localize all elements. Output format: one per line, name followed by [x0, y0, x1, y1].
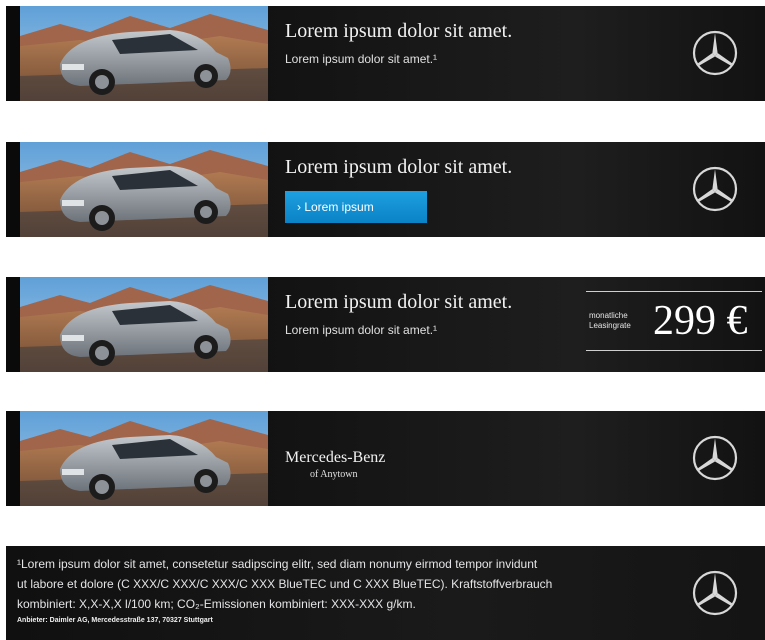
car-photo: [20, 277, 268, 372]
car-photo: [20, 142, 268, 237]
ad-banner-text[interactable]: Lorem ipsum dolor sit amet. Lorem ipsum …: [6, 6, 765, 101]
mercedes-star-icon: [691, 165, 739, 213]
banner-headline: Lorem ipsum dolor sit amet.: [285, 291, 513, 313]
disclaimer-banner: ¹Lorem ipsum dolor sit amet, consetetur …: [6, 546, 765, 640]
price-value: 299 €: [653, 298, 748, 344]
disclaimer-line: kombiniert: X,X-X,X l/100 km; CO₂-Emissi…: [17, 597, 416, 611]
mercedes-star-icon: [691, 569, 739, 617]
dealer-location: of Anytown: [310, 469, 358, 480]
ad-banner-price[interactable]: Lorem ipsum dolor sit amet. Lorem ipsum …: [6, 277, 765, 372]
disclaimer-line: ut labore et dolore (C XXX/C XXX/C XXX/C…: [17, 577, 553, 591]
provider-text: Anbieter: Daimler AG, Mercedesstraße 137…: [17, 617, 213, 624]
banner-headline: Lorem ipsum dolor sit amet.: [285, 156, 513, 178]
price-divider-bottom: [586, 350, 762, 351]
disclaimer-line: ¹Lorem ipsum dolor sit amet, consetetur …: [17, 557, 538, 571]
mercedes-star-icon: [691, 29, 739, 77]
disclaimer-text: ¹Lorem ipsum dolor sit amet, consetetur …: [17, 554, 647, 614]
dealer-name: Mercedes-Benz: [285, 449, 386, 466]
car-photo: [20, 411, 268, 506]
car-photo: [20, 6, 268, 101]
mercedes-star-icon: [691, 434, 739, 482]
price-label-line2: Leasingrate: [589, 321, 631, 330]
banner-subline: Lorem ipsum dolor sit amet.¹: [285, 52, 438, 66]
ad-banner-dealer[interactable]: Mercedes-Benz of Anytown: [6, 411, 765, 506]
banner-headline: Lorem ipsum dolor sit amet.: [285, 20, 513, 42]
price-label: monatliche Leasingrate: [589, 311, 649, 331]
price-label-line1: monatliche: [589, 311, 628, 320]
banner-subline: Lorem ipsum dolor sit amet.¹: [285, 323, 438, 337]
cta-button[interactable]: › Lorem ipsum: [285, 191, 427, 223]
price-divider-top: [586, 291, 762, 292]
ad-banner-cta[interactable]: Lorem ipsum dolor sit amet. › Lorem ipsu…: [6, 142, 765, 237]
